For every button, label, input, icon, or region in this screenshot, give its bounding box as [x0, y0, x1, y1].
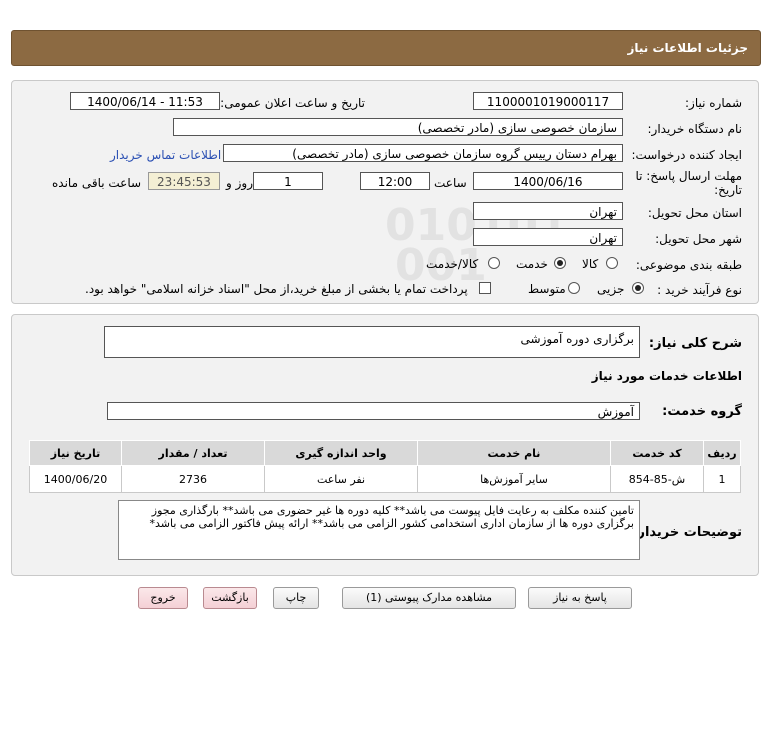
buyer-notes-field: تامین کننده مکلف به رعایت فایل پیوست می …: [118, 500, 640, 560]
category-option-goods: کالا: [582, 257, 599, 271]
category-option-goods-service: کالا/خدمت: [426, 257, 479, 271]
buyer-field: سازمان خصوصی سازی (مادر تخصصی): [173, 118, 623, 136]
col-service-name: نام خدمت: [417, 440, 611, 466]
page-title: جزئیات اطلاعات نیاز: [627, 41, 748, 55]
col-need-date: تاریخ نیاز: [29, 440, 122, 466]
col-quantity: تعداد / مقدار: [121, 440, 265, 466]
cell-row-number: 1: [703, 465, 741, 493]
creator-label: ایجاد کننده درخواست:: [631, 148, 742, 162]
announce-field: 1400/06/14 - 11:53: [70, 92, 220, 110]
category-option-service: خدمت: [516, 257, 548, 271]
process-radio-medium[interactable]: [568, 282, 580, 294]
days-field: 1: [253, 172, 323, 190]
province-label: استان محل تحویل:: [647, 206, 742, 220]
category-radio-goods-service[interactable]: [488, 257, 500, 269]
city-field: تهران: [473, 228, 623, 246]
city-label: شهر محل تحویل:: [655, 232, 742, 246]
cell-quantity: 2736: [121, 465, 265, 493]
table-header-row: ردیف کد خدمت نام خدمت واحد اندازه گیری ت…: [29, 440, 741, 466]
buyer-notes-label: توضیحات خریدار:: [632, 525, 742, 540]
page-header: جزئیات اطلاعات نیاز: [11, 30, 761, 66]
service-group-label: گروه خدمت:: [662, 404, 742, 419]
services-table: ردیف کد خدمت نام خدمت واحد اندازه گیری ت…: [29, 440, 741, 493]
deadline-date-field: 1400/06/16: [473, 172, 623, 190]
process-option-medium: متوسط: [528, 282, 566, 296]
remaining-time-field: 23:45:53: [148, 172, 220, 190]
process-radio-minor[interactable]: [632, 282, 644, 294]
creator-field: بهرام دستان رییس گروه سازمان خصوصی سازی …: [223, 144, 623, 162]
col-service-code: کد خدمت: [610, 440, 704, 466]
col-unit: واحد اندازه گیری: [264, 440, 418, 466]
category-radio-service[interactable]: [554, 257, 566, 269]
exit-button[interactable]: خروج: [138, 587, 188, 609]
need-number-label: شماره نیاز:: [685, 96, 742, 110]
category-radio-goods[interactable]: [606, 257, 618, 269]
process-option-minor: جزیی: [597, 282, 625, 296]
summary-field: برگزاری دوره آموزشی: [104, 326, 640, 358]
print-button[interactable]: چاپ: [273, 587, 319, 609]
deadline-date-label: تاریخ:: [714, 183, 742, 197]
time-label: ساعت: [434, 176, 467, 190]
days-label: روز و: [226, 176, 253, 190]
treasury-payment-text: پرداخت تمام یا بخشی از مبلغ خرید،از محل …: [85, 282, 468, 296]
announce-label: تاریخ و ساعت اعلان عمومی:: [220, 96, 365, 110]
treasury-payment-checkbox[interactable]: [479, 282, 491, 294]
deadline-time-field: 12:00: [360, 172, 430, 190]
deadline-label: مهلت ارسال پاسخ: تا: [635, 169, 742, 183]
cell-unit: نفر ساعت: [264, 465, 418, 493]
cell-service-name: سایر آموزش‌ها: [417, 465, 611, 493]
cell-service-code: ش-85-854: [610, 465, 704, 493]
buyer-label: نام دستگاه خریدار:: [647, 122, 743, 136]
buyer-contact-link[interactable]: اطلاعات تماس خریدار: [110, 148, 221, 162]
province-field: تهران: [473, 202, 623, 220]
view-attachments-button[interactable]: مشاهده مدارک پیوستی (1): [342, 587, 516, 609]
table-row: 1 ش-85-854 سایر آموزش‌ها نفر ساعت 2736 1…: [29, 465, 741, 493]
remaining-label: ساعت باقی مانده: [52, 176, 142, 190]
services-heading: اطلاعات خدمات مورد نیاز: [591, 369, 742, 383]
need-number-field: 1100001019000117: [473, 92, 623, 110]
reply-button[interactable]: پاسخ به نیاز: [528, 587, 632, 609]
col-row-number: ردیف: [703, 440, 741, 466]
summary-label: شرح کلی نیاز:: [648, 336, 742, 351]
process-label: نوع فرآیند خرید :: [657, 283, 742, 297]
back-button[interactable]: بازگشت: [203, 587, 257, 609]
service-group-field: آموزش: [107, 402, 640, 420]
category-label: طبقه بندی موضوعی:: [635, 258, 742, 272]
cell-need-date: 1400/06/20: [29, 465, 122, 493]
